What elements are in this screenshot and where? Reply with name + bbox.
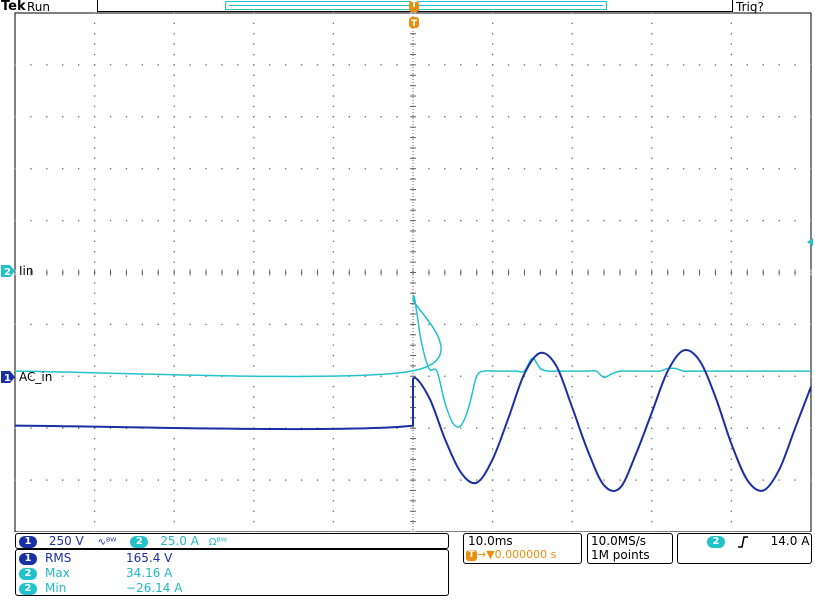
ch2-ground-marker[interactable]: 2: [1, 265, 15, 278]
measurement-2-source-badge: 2: [19, 567, 37, 580]
rising-edge-icon: [737, 535, 748, 548]
measurement-1-source-badge: 1: [19, 552, 37, 565]
ch1-badge[interactable]: 1: [19, 535, 37, 548]
trigger-record-marker: T: [409, 0, 419, 12]
ch2-trace-label: Iin: [19, 264, 34, 278]
ch2-badge[interactable]: 2: [130, 535, 149, 548]
ch1-ground-marker[interactable]: 1: [1, 371, 15, 384]
sample-rate[interactable]: 10.0MS/s: [591, 534, 646, 548]
measurement-2-value: 34.16 A: [126, 566, 173, 580]
measurement-row[interactable]: 1 RMS 165.4 V: [19, 551, 172, 565]
waveform-display[interactable]: 2 1 T: [0, 0, 815, 532]
measurement-2-label: Max: [45, 566, 70, 580]
ch2-coupling-icon: Ωᴮᵂ: [208, 537, 227, 548]
acquisition-state[interactable]: Run: [27, 0, 50, 14]
ch2-marker-number: 2: [4, 267, 11, 278]
measurement-1-value: 165.4 V: [126, 551, 173, 565]
trigger-position-readout[interactable]: T →▼0.000000 s: [466, 548, 556, 561]
trigger-source-badge[interactable]: 2: [707, 535, 725, 548]
ch2-scale[interactable]: 25.0 A: [160, 534, 199, 548]
channel-scale-panel[interactable]: 1 250 V ∿ᴮᵂ 2 25.0 A Ωᴮᵂ: [15, 533, 449, 549]
measurement-row[interactable]: 2 Min −26.14 A: [19, 581, 182, 595]
top-status-bar: Tek Run T Trig?: [0, 0, 815, 14]
measurement-panel[interactable]: 1 RMS 165.4 V 2 Max 34.16 A 2 Min −26.14…: [15, 549, 449, 596]
trigger-level[interactable]: 14.0 A: [771, 534, 810, 548]
measurement-3-label: Min: [45, 581, 67, 595]
trigger-panel[interactable]: 2 14.0 A: [677, 533, 812, 564]
brand-logo: Tek: [1, 0, 26, 14]
trigger-icon: T: [466, 549, 477, 561]
ch1-scale[interactable]: 250 V: [49, 534, 84, 548]
measurement-3-value: −26.14 A: [126, 581, 183, 595]
measurement-row[interactable]: 2 Max 34.16 A: [19, 566, 172, 580]
trigger-position-marker[interactable]: T: [409, 17, 419, 29]
acquisition-panel[interactable]: 10.0MS/s 1M points: [587, 533, 673, 564]
ch1-trace-label: AC_in: [19, 370, 53, 384]
ch1-marker-number: 1: [4, 373, 11, 384]
timebase-scale[interactable]: 10.0ms: [468, 534, 513, 548]
trigger-marker-letter: T: [411, 19, 418, 29]
measurement-3-source-badge: 2: [19, 582, 37, 595]
record-length[interactable]: 1M points: [591, 548, 650, 562]
timebase-panel[interactable]: 10.0ms T →▼0.000000 s: [463, 533, 582, 564]
measurement-1-label: RMS: [45, 551, 72, 565]
trigger-state: Trig?: [736, 0, 764, 14]
ch1-coupling-icon: ∿ᴮᵂ: [97, 537, 117, 548]
